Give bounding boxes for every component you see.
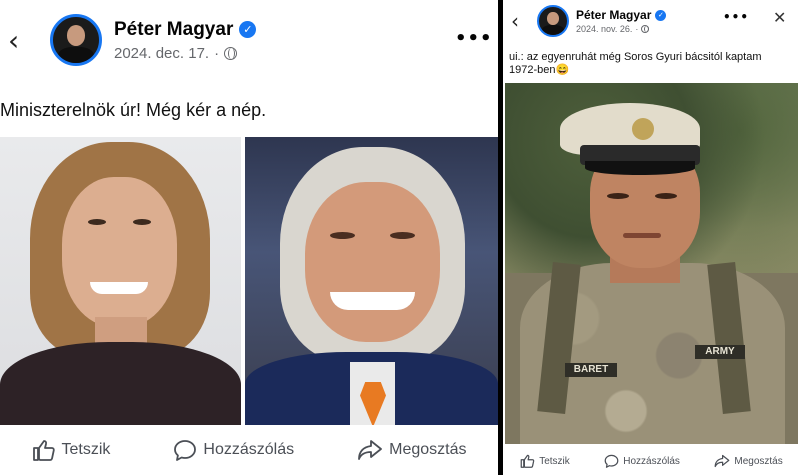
share-icon (358, 440, 383, 460)
comment-label: Hozzászólás (203, 441, 295, 458)
comment-icon (174, 440, 197, 461)
more-icon[interactable]: ••• (455, 28, 493, 49)
like-label: Tetszik (61, 441, 111, 458)
author-row: Péter Magyar ✓ (114, 19, 257, 41)
back-icon[interactable]: ‹ (8, 24, 36, 57)
close-icon[interactable]: ✕ (773, 8, 786, 27)
more-icon[interactable]: ••• (723, 10, 749, 24)
post-text: Miniszterelnök úr! Még kér a nép. (0, 100, 267, 120)
like-icon (32, 440, 55, 461)
action-bar: Tetszik Hozzászólás Megosztás (0, 425, 498, 475)
author-name[interactable]: Péter Magyar (114, 19, 233, 41)
avatar[interactable] (537, 5, 569, 37)
post-image[interactable]: BARET ARMY (505, 83, 798, 444)
comment-icon (604, 454, 619, 468)
comment-button[interactable]: Hozzászólás (173, 439, 294, 461)
right-post-panel: ‹ Péter Magyar ✓ 2024. nov. 26. · ••• ✕ … (503, 0, 800, 475)
comment-label: Hozzászólás (623, 455, 680, 467)
left-post-panel: ‹ Péter Magyar ✓ 2024. dec. 17. · ••• Mi… (0, 0, 498, 475)
post-header: ‹ Péter Magyar ✓ 2024. nov. 26. · (511, 5, 667, 37)
like-button[interactable]: Tetszik (32, 439, 111, 461)
globe-icon (224, 46, 238, 60)
post-meta: 2024. dec. 17. · (114, 45, 256, 62)
author-block: Péter Magyar ✓ 2024. dec. 17. · (114, 19, 257, 62)
post-meta: 2024. nov. 26. · (576, 24, 666, 34)
avatar[interactable] (50, 14, 102, 66)
share-button[interactable]: Megosztás (714, 454, 783, 468)
post-date[interactable]: 2024. dec. 17. (114, 45, 209, 62)
author-name[interactable]: Péter Magyar (576, 8, 651, 22)
like-button[interactable]: Tetszik (520, 454, 570, 468)
author-block: Péter Magyar ✓ 2024. nov. 26. · (576, 8, 667, 34)
name-tape: BARET (565, 363, 617, 377)
like-label: Tetszik (539, 455, 570, 467)
globe-icon (641, 25, 650, 33)
back-icon[interactable]: ‹ (511, 9, 527, 33)
post-text: ui.: az egyenruhát még Soros Gyuri bácsi… (509, 51, 762, 76)
branch-tape: ARMY (695, 345, 745, 359)
share-label: Megosztás (389, 441, 467, 458)
comment-button[interactable]: Hozzászólás (604, 454, 680, 468)
meta-separator: · (635, 24, 639, 34)
post-date[interactable]: 2024. nov. 26. (576, 24, 632, 34)
share-label: Megosztás (734, 455, 783, 467)
post-image-right[interactable] (245, 137, 498, 425)
author-row: Péter Magyar ✓ (576, 8, 667, 22)
post-image-left[interactable] (0, 137, 241, 425)
share-icon (715, 454, 730, 468)
verified-icon: ✓ (655, 9, 667, 21)
verified-icon: ✓ (239, 21, 257, 38)
action-bar: Tetszik Hozzászólás Megosztás (503, 447, 800, 475)
meta-separator: · (214, 44, 220, 62)
like-icon (520, 454, 535, 468)
share-button[interactable]: Megosztás (357, 439, 466, 461)
post-header: ‹ Péter Magyar ✓ 2024. dec. 17. · (8, 14, 257, 66)
